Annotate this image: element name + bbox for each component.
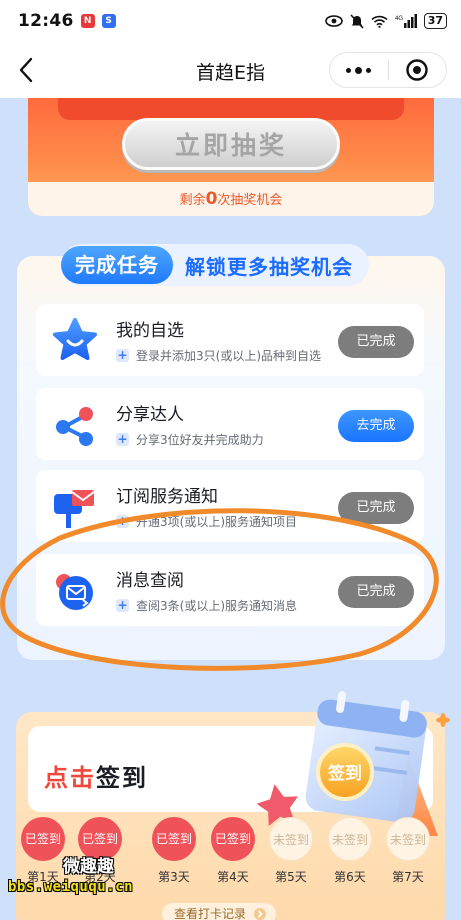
battery-indicator: 37 xyxy=(423,13,447,29)
app-s-icon: S xyxy=(101,14,116,28)
watermark-title: 微趣趣 xyxy=(63,857,114,877)
status-time: 12:46 xyxy=(18,11,74,31)
task-description: + 登录并添加3只(或以上)品种到自选 xyxy=(116,347,321,364)
record-link-label: 查看打卡记录 xyxy=(174,907,247,920)
status-bar: 12:46 N S 4G 37 xyxy=(0,0,461,42)
star-smile-icon xyxy=(53,318,97,360)
task-status-button[interactable]: 已完成 xyxy=(338,576,414,608)
tasks-header-pill: 完成任务 xyxy=(61,246,173,284)
draw-lottery-button[interactable]: 立即抽奖 xyxy=(122,118,340,170)
day-item[interactable]: 未签到 第7天 xyxy=(383,817,433,885)
tasks-panel: 完成任务 解锁更多抽奖机会 我的自选 + 登录并添加3只(或以上)品种到自选 已完… xyxy=(17,244,445,660)
tasks-header-text: 解锁更多抽奖机会 xyxy=(185,254,353,279)
svg-text:4G: 4G xyxy=(395,16,403,22)
signin-title-accent: 点击 xyxy=(44,764,96,792)
wifi-icon xyxy=(371,15,388,28)
task-description-text: 登录并添加3只(或以上)品种到自选 xyxy=(136,349,321,363)
day-item[interactable]: 未签到 第5天 xyxy=(266,817,316,885)
plus-icon: + xyxy=(116,348,129,362)
plus-icon: + xyxy=(116,598,129,612)
task-description-text: 分享3位好友并完成助力 xyxy=(136,433,264,447)
day-item[interactable]: 未签到 第6天 xyxy=(325,817,375,885)
more-dot-icon xyxy=(366,67,372,73)
task-description: + 开通3项(或以上)服务通知项目 xyxy=(116,513,297,530)
view-checkin-records-link[interactable]: 查看打卡记录 xyxy=(162,903,277,920)
chevron-right-icon xyxy=(254,908,267,920)
watermark-url: bbs.weiququ.cn xyxy=(8,879,134,895)
signin-badge-text: 签到 xyxy=(327,763,362,784)
task-title: 订阅服务通知 xyxy=(116,487,218,507)
day-label: 第6天 xyxy=(334,870,366,884)
plus-icon: + xyxy=(116,432,129,446)
more-dot-icon xyxy=(346,67,352,73)
task-description: + 分享3位好友并完成助力 xyxy=(116,431,264,448)
task-description-text: 开通3项(或以上)服务通知项目 xyxy=(136,515,297,529)
mute-bell-icon xyxy=(350,13,364,29)
tasks-header: 完成任务 解锁更多抽奖机会 xyxy=(61,244,369,286)
remaining-count: 0 xyxy=(205,189,218,209)
day-label: 第4天 xyxy=(217,870,249,884)
remaining-suffix: 次抽奖机会 xyxy=(217,193,283,208)
more-options-button[interactable] xyxy=(330,53,388,87)
day-item[interactable]: 已签到 第4天 xyxy=(208,817,258,885)
task-status-button[interactable]: 已完成 xyxy=(338,492,414,524)
mailbox-icon xyxy=(54,490,95,528)
signin-title-rest: 签到 xyxy=(96,764,148,792)
task-title: 分享达人 xyxy=(116,405,184,425)
signal-icon: 4G xyxy=(395,14,417,28)
remaining-prefix: 剩余 xyxy=(179,193,206,208)
task-description: + 查阅3条(或以上)服务通知消息 xyxy=(116,597,297,614)
mini-program-capsule xyxy=(329,52,447,88)
share-icon xyxy=(56,407,93,446)
day-status-badge: 未签到 xyxy=(328,817,372,861)
target-close-icon xyxy=(406,59,428,81)
nav-bar: 首趋E指 xyxy=(0,42,461,98)
day-status-badge: 未签到 xyxy=(386,817,430,861)
message-envelope-icon xyxy=(56,574,93,610)
day-label: 第3天 xyxy=(158,870,190,884)
eye-icon xyxy=(324,15,343,27)
task-go-complete-button[interactable]: 去完成 xyxy=(338,410,414,442)
plus-icon: + xyxy=(116,514,129,528)
task-item-read-messages: 消息查阅 + 查阅3条(或以上)服务通知消息 已完成 xyxy=(36,554,424,626)
signin-header-card: 点击签到 签到 xyxy=(28,691,450,836)
day-status-badge: 已签到 xyxy=(211,817,255,861)
lottery-prize-strip xyxy=(58,98,404,120)
day-item[interactable]: 已签到 第3天 xyxy=(149,817,199,885)
remaining-chances: 剩余0次抽奖机会 xyxy=(28,182,434,216)
close-mini-program-button[interactable] xyxy=(388,53,446,87)
task-item-watchlist: 我的自选 + 登录并添加3只(或以上)品种到自选 已完成 xyxy=(36,304,424,376)
app-notification-icon: N xyxy=(80,14,95,28)
day-status-badge: 未签到 xyxy=(269,817,313,861)
task-status-button[interactable]: 已完成 xyxy=(338,326,414,358)
task-description-text: 查阅3条(或以上)服务通知消息 xyxy=(136,599,297,613)
day-label: 第5天 xyxy=(275,870,307,884)
forum-watermark: 微趣趣 bbs.weiququ.cn xyxy=(8,852,143,902)
task-item-share: 分享达人 + 分享3位好友并完成助力 去完成 xyxy=(36,388,424,460)
day-label: 第7天 xyxy=(392,870,424,884)
task-title: 消息查阅 xyxy=(116,571,184,591)
status-indicators: 4G 37 xyxy=(324,13,447,29)
lottery-card: 立即抽奖 剩余0次抽奖机会 xyxy=(28,98,434,216)
task-title: 我的自选 xyxy=(116,321,184,341)
signin-title: 点击签到 xyxy=(44,758,148,793)
more-dot-icon xyxy=(355,66,363,74)
task-item-subscribe: 订阅服务通知 + 开通3项(或以上)服务通知项目 已完成 xyxy=(36,470,424,542)
day-status-badge: 已签到 xyxy=(152,817,196,861)
